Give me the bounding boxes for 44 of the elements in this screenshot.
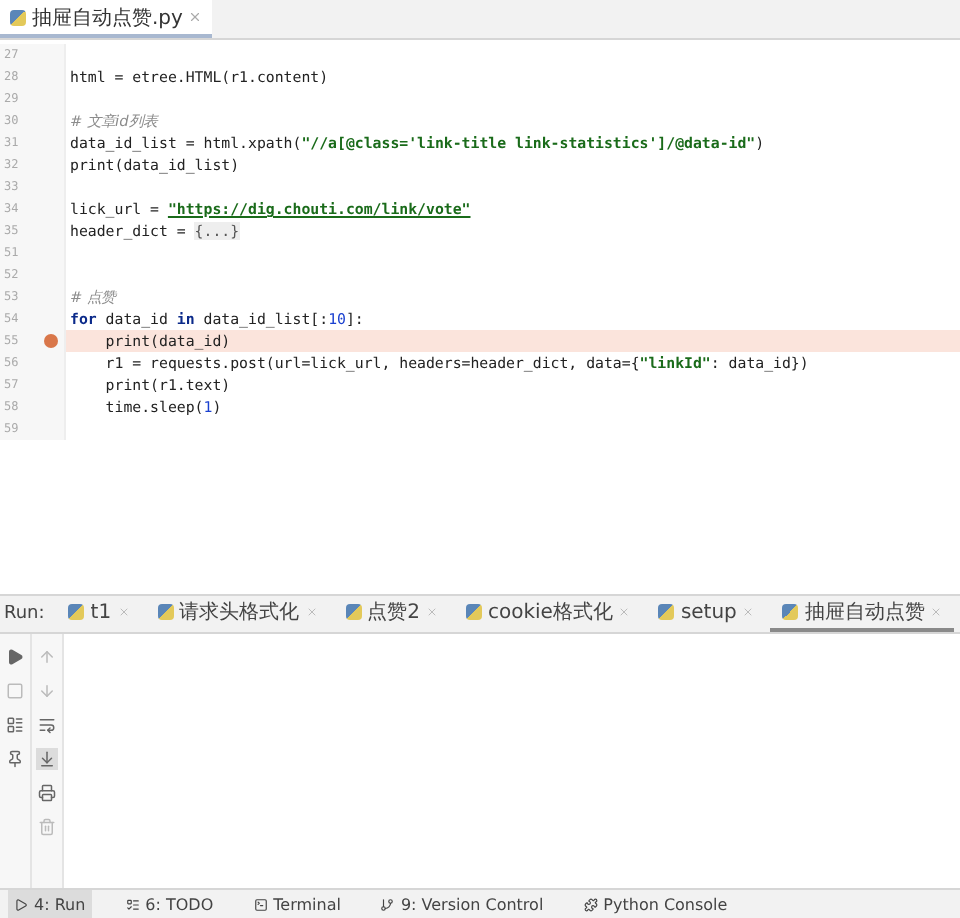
terminal-icon: [253, 897, 268, 911]
python-file-icon: [157, 604, 174, 620]
python-file-icon: [658, 604, 675, 620]
editor-tab[interactable]: 抽屉自动点赞.py: [0, 0, 213, 38]
stop-icon[interactable]: [4, 680, 26, 702]
python-file-icon: [68, 604, 85, 620]
run-tab[interactable]: 点赞2: [333, 596, 450, 632]
editor-tab-label[interactable]: 抽屉自动点赞.py: [32, 3, 183, 31]
run-panel-label: Run:: [2, 604, 47, 624]
scroll-to-end-icon[interactable]: [36, 748, 58, 770]
list-icon: [125, 897, 140, 911]
tool-window-button[interactable]: Terminal: [247, 890, 347, 918]
close-icon[interactable]: [117, 606, 130, 618]
close-icon[interactable]: [188, 10, 203, 24]
close-icon[interactable]: [930, 606, 943, 618]
branch-icon: [380, 897, 395, 911]
close-icon[interactable]: [742, 606, 755, 618]
tool-window-button[interactable]: Python Console: [577, 890, 734, 918]
python-file-icon: [345, 604, 362, 620]
print-icon[interactable]: [36, 782, 58, 804]
puzzle-icon: [583, 897, 598, 911]
python-file-icon: [782, 604, 799, 620]
layout-icon[interactable]: [4, 714, 26, 736]
run-icon[interactable]: [4, 646, 26, 668]
breakpoint-icon[interactable]: [44, 334, 58, 348]
tool-window-button[interactable]: 9: Version Control: [374, 890, 550, 918]
run-tab[interactable]: 请求头格式化: [145, 596, 330, 632]
run-icon: [14, 897, 28, 911]
tool-window-button[interactable]: 6: TODO: [119, 890, 220, 918]
run-tab[interactable]: cookie格式化: [453, 596, 643, 632]
python-file-icon: [10, 9, 26, 25]
run-tab[interactable]: setup: [646, 596, 767, 632]
run-tab[interactable]: t1: [56, 596, 142, 632]
python-file-icon: [465, 604, 482, 620]
close-icon[interactable]: [305, 606, 318, 618]
soft-wrap-icon[interactable]: [36, 714, 58, 736]
tool-window-button[interactable]: 4: Run: [8, 890, 92, 918]
down-arrow-icon[interactable]: [36, 680, 58, 702]
run-tab[interactable]: 抽屉自动点赞: [770, 596, 955, 632]
close-icon[interactable]: [425, 606, 438, 618]
up-arrow-icon[interactable]: [36, 646, 58, 668]
trash-icon[interactable]: [36, 816, 58, 838]
pin-icon[interactable]: [4, 748, 26, 770]
close-icon[interactable]: [618, 606, 631, 618]
